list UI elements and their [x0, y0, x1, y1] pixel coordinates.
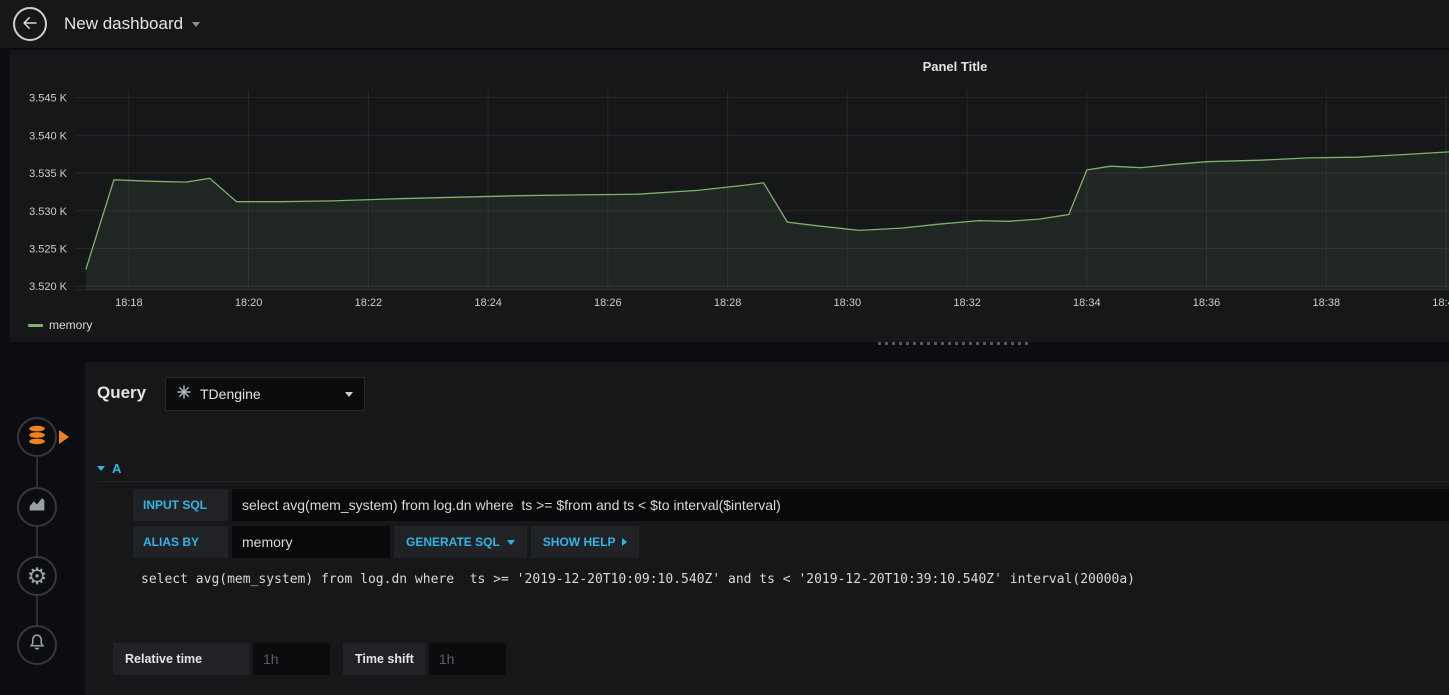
svg-text:18:32: 18:32 [953, 297, 981, 309]
back-button[interactable] [13, 7, 47, 41]
chart-icon [26, 494, 48, 521]
relative-time-label: Relative time [113, 643, 250, 675]
input-sql-row: INPUT SQL [133, 489, 1449, 521]
show-help-button[interactable]: SHOW HELP [530, 526, 640, 558]
legend-item-memory[interactable]: memory [28, 318, 92, 332]
caret-right-icon [622, 538, 628, 546]
legend-label: memory [49, 318, 93, 332]
datasource-name: TDengine [200, 386, 261, 402]
svg-text:18:20: 18:20 [235, 297, 263, 309]
tab-alert[interactable] [17, 625, 57, 665]
memory-time-series-chart[interactable]: 3.520 K 3.525 K 3.530 K 3.535 K 3.540 K 3.545… [10, 88, 1449, 314]
svg-text:18:34: 18:34 [1073, 297, 1101, 309]
chevron-down-icon [345, 391, 353, 397]
svg-text:18:36: 18:36 [1193, 297, 1221, 309]
panel-title[interactable]: Panel Title [10, 59, 1449, 74]
alias-by-row: ALIAS BY GENERATE SQL SHOW HELP [133, 526, 1449, 558]
caret-down-icon [506, 539, 515, 545]
horizontal-scrollbar-thumb[interactable] [878, 342, 1028, 345]
caret-down-icon [97, 465, 105, 471]
arrow-left-icon [21, 14, 39, 35]
svg-text:3.525 K: 3.525 K [29, 244, 68, 256]
generated-sql-preview: select avg(mem_system) from log.dn where… [141, 572, 1135, 587]
relative-time-input[interactable] [253, 643, 330, 675]
query-section-title: Query [97, 383, 147, 402]
side-tabs-connector [36, 437, 38, 645]
svg-text:18:28: 18:28 [714, 297, 742, 309]
alias-by-field[interactable] [232, 526, 390, 558]
show-help-label: SHOW HELP [542, 535, 616, 549]
svg-text:18:26: 18:26 [594, 297, 622, 309]
svg-text:18:24: 18:24 [474, 297, 502, 309]
query-form-rows: INPUT SQL ALIAS BY GENERATE SQL SHOW HEL… [133, 489, 1449, 563]
svg-text:18:38: 18:38 [1313, 297, 1341, 309]
database-icon [26, 423, 48, 452]
active-tab-arrow-icon [59, 430, 69, 444]
query-row-collapse-header[interactable]: A [97, 455, 1449, 482]
generate-sql-button[interactable]: GENERATE SQL [394, 526, 527, 558]
tdengine-logo-icon [177, 384, 191, 404]
svg-text:3.540 K: 3.540 K [29, 130, 68, 142]
datasource-picker[interactable]: TDengine [165, 377, 365, 411]
svg-text:18:30: 18:30 [834, 297, 862, 309]
dashboard-title: New dashboard [64, 14, 184, 33]
legend-color-swatch [28, 323, 43, 327]
dashboard-title-dropdown[interactable]: New dashboard [64, 14, 201, 34]
tab-visualization[interactable] [17, 487, 57, 527]
svg-text:3.535 K: 3.535 K [29, 168, 68, 180]
time-options-row: Relative time Time shift [113, 643, 506, 675]
tab-queries[interactable] [17, 417, 57, 457]
svg-text:18:40: 18:40 [1432, 297, 1449, 309]
input-sql-label: INPUT SQL [133, 489, 228, 521]
time-shift-input[interactable] [428, 643, 506, 675]
bell-icon [26, 632, 48, 659]
query-ref-id: A [112, 460, 122, 476]
svg-text:3.545 K: 3.545 K [29, 93, 68, 105]
svg-text:3.530 K: 3.530 K [29, 206, 68, 218]
svg-text:3.520 K: 3.520 K [29, 281, 68, 293]
time-shift-label: Time shift [343, 643, 426, 675]
graph-panel: Panel Title 3.520 K 3.525 K 3.530 K 3.535 K… [10, 50, 1449, 342]
query-editor-section: Query TDengine A INPUT SQL ALIAS BY [85, 362, 1449, 695]
gear-icon: ⚙ [26, 562, 48, 589]
alias-by-label: ALIAS BY [133, 526, 228, 558]
top-navbar: New dashboard [0, 0, 1449, 48]
chevron-down-icon [192, 21, 201, 27]
tab-general-settings[interactable]: ⚙ [17, 556, 57, 596]
svg-text:18:18: 18:18 [115, 297, 143, 309]
svg-text:18:22: 18:22 [355, 297, 383, 309]
input-sql-field[interactable] [232, 489, 1449, 521]
generate-sql-label: GENERATE SQL [406, 535, 500, 549]
